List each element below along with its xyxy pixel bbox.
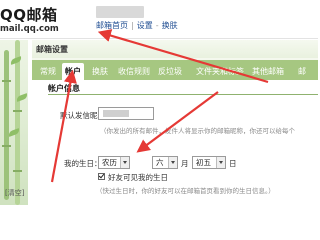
blurred-nickname [103, 110, 129, 117]
day-unit: 日 [229, 159, 237, 168]
settings-panel: 邮箱设置 常规 帐户 换肤 收信规则 反垃圾 文件夹和标签 其他邮箱 邮 帐户信… [32, 40, 318, 205]
month-unit: 月 [181, 159, 189, 168]
section-divider [48, 94, 318, 95]
settings-tabbar: 常规 帐户 换肤 收信规则 反垃圾 文件夹和标签 其他邮箱 邮 [32, 60, 318, 80]
clear-link[interactable]: [清空] [5, 188, 24, 198]
top-nav: 邮箱首页 | 设置 - 换肤 [96, 20, 178, 31]
sidebar [0, 40, 29, 205]
tab-more[interactable]: 邮 [298, 63, 306, 80]
tab-general[interactable]: 常规 [40, 63, 56, 80]
mailbox-home-link[interactable]: 邮箱首页 [96, 21, 128, 30]
chevron-down-icon [216, 157, 225, 168]
settings-link[interactable]: 设置 [137, 21, 153, 30]
skin-link[interactable]: 换肤 [162, 21, 178, 30]
brand-name: QQ邮箱 [0, 6, 58, 24]
birthday-label: 我的生日： [64, 159, 102, 168]
mail-domain: mail.qq.com [0, 24, 59, 34]
birthday-hint: （快过生日时，你的好友可以在邮箱首页看到你的生日信息。） [96, 187, 275, 195]
bamboo-node [2, 80, 11, 82]
birthday-visible-label: 好友可见我的生日 [108, 173, 168, 182]
logo[interactable]: QQ邮箱 mail.qq.com [0, 0, 80, 40]
day-value: 初五 [196, 158, 211, 167]
panel-title-bar: 邮箱设置 [32, 40, 318, 58]
chevron-down-icon [168, 157, 177, 168]
bamboo-decoration [4, 50, 9, 200]
tab-receive-rules[interactable]: 收信规则 [118, 63, 150, 80]
bamboo-decoration [15, 40, 20, 205]
tab-folders-labels[interactable]: 文件夹和标签 [196, 63, 244, 80]
month-select[interactable]: 六 [152, 156, 178, 169]
nickname-label: 默认发信昵称： [60, 111, 113, 120]
bamboo-node [13, 110, 22, 112]
tab-account[interactable]: 帐户 [62, 63, 84, 80]
blurred-user-name [96, 6, 144, 18]
bamboo-node [13, 170, 22, 172]
panel-title: 邮箱设置 [36, 45, 68, 54]
day-select[interactable]: 初五 [192, 156, 226, 169]
tab-skin[interactable]: 换肤 [92, 63, 108, 80]
header-divider [0, 38, 318, 39]
nickname-hint: （你发出的所有邮件，发件人将显示你的邮箱昵称，你还可以给每个 [100, 127, 295, 135]
month-value: 六 [156, 158, 164, 167]
bamboo-node [2, 145, 11, 147]
tab-anti-spam[interactable]: 反垃圾 [158, 63, 182, 80]
nav-dash: - [155, 21, 159, 30]
chevron-down-icon [120, 157, 129, 168]
qq-mail-settings-page: QQ邮箱 mail.qq.com 邮箱首页 | 设置 - 换肤 [清空] 邮箱设置 常规… [0, 0, 318, 205]
section-title: 帐户信息 [48, 84, 80, 93]
calendar-type-select[interactable]: 农历 [98, 156, 130, 169]
nickname-input[interactable] [98, 107, 154, 120]
tab-other-mailboxes[interactable]: 其他邮箱 [252, 63, 284, 80]
nav-separator: | [131, 21, 134, 30]
calendar-type-value: 农历 [102, 158, 117, 167]
birthday-visible-checkbox[interactable] [98, 173, 105, 180]
